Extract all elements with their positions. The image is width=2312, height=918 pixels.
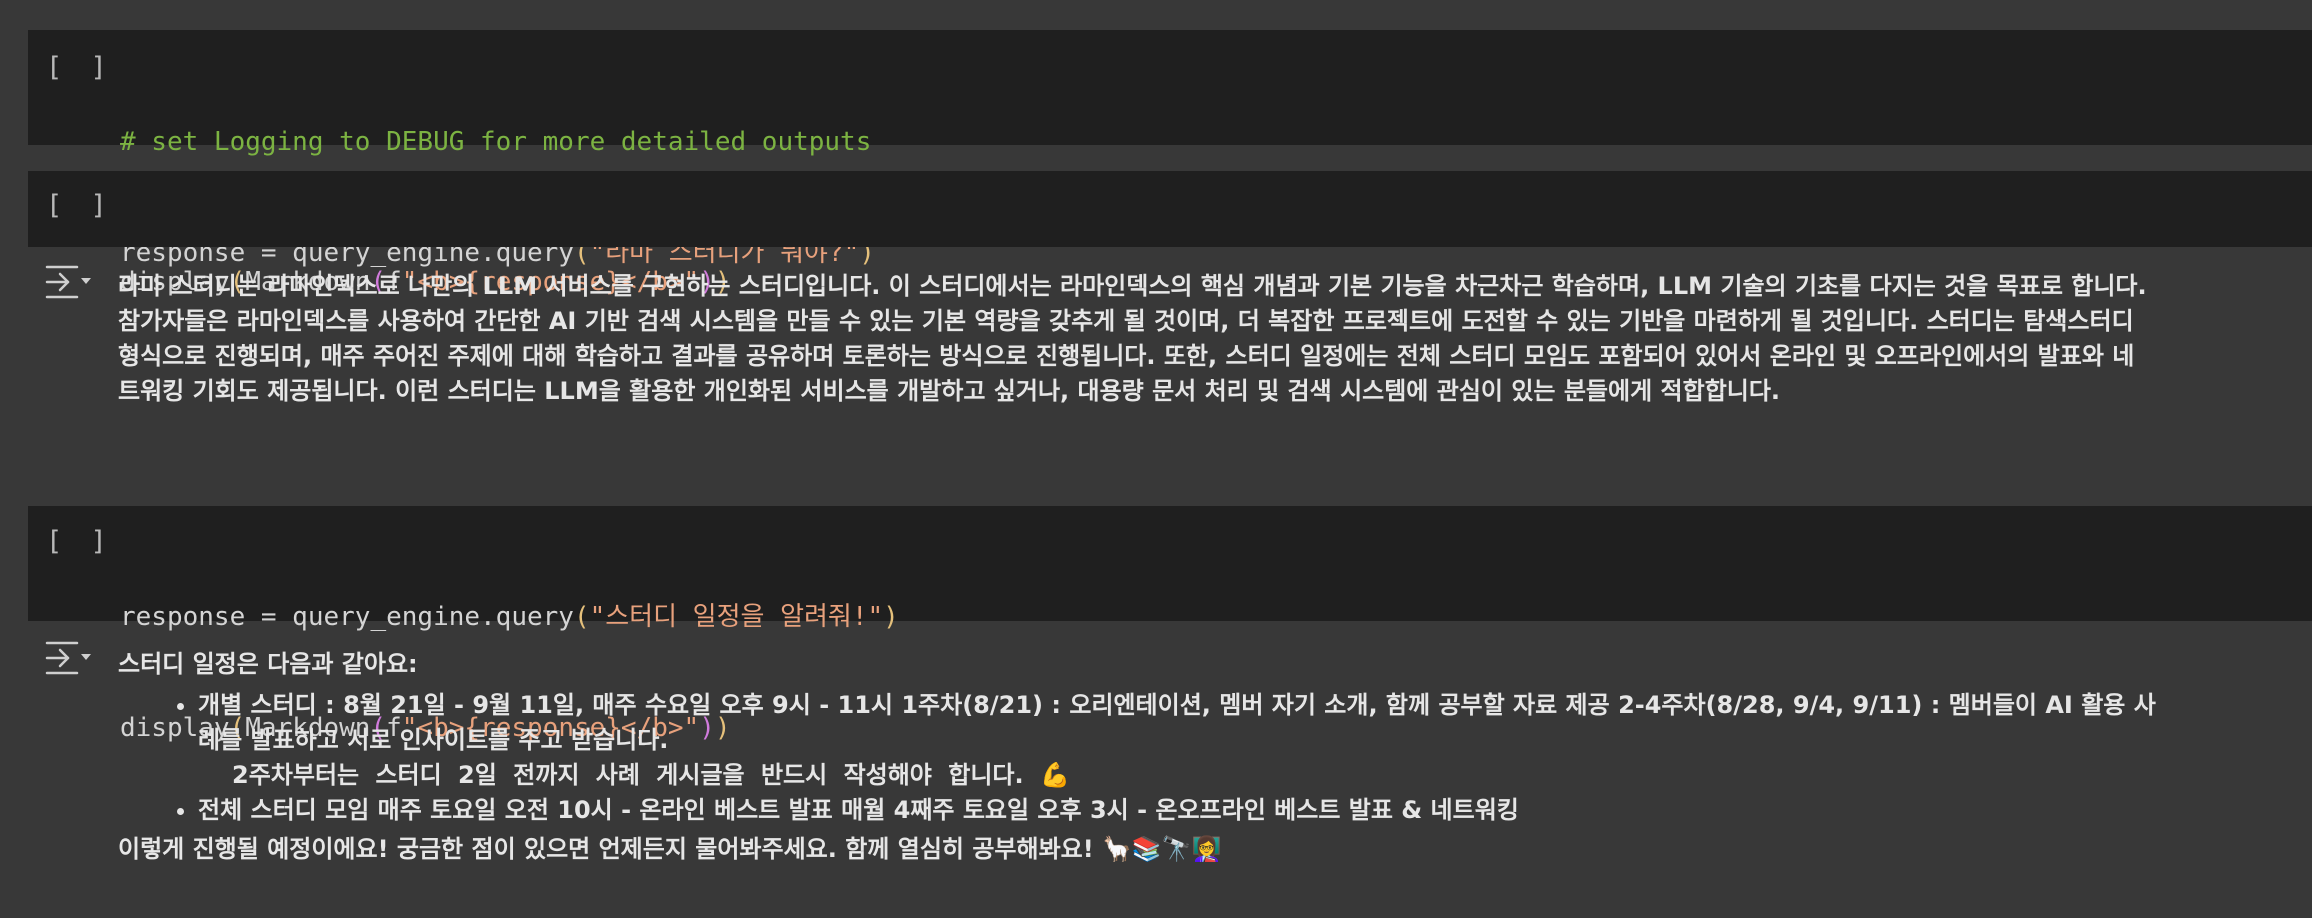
output-intro: 스터디 일정은 다음과 같아요: [118,650,418,678]
code-comment: # set Logging to DEBUG for more detailed… [120,127,872,157]
list-item-note: 2주차부터는 스터디 2일 전까지 사례 게시글을 반드시 작성해야 합니다. … [232,761,1070,789]
run-cell-button[interactable]: [ ] [46,52,113,83]
code-cell-1[interactable]: [ ] # set Logging to DEBUG for more deta… [28,30,2312,268]
schedule-list: 개별 스터디 : 8월 21일 - 9월 11일, 매주 수요일 오후 9시 -… [118,688,2158,828]
code-paren: ) [883,602,899,632]
list-item: 전체 스터디 모임 매주 토요일 오전 10시 - 온라인 베스트 발표 매월 … [198,793,2158,828]
output-toggle-icon[interactable] [44,638,94,678]
output-outro: 이렇게 진행될 예정이에요! 궁금한 점이 있으면 언제든지 물어봐주세요. 함… [118,835,1222,863]
list-item-text: 개별 스터디 : 8월 21일 - 9월 11일, 매주 수요일 오후 9시 -… [198,691,2156,754]
output-toggle-icon[interactable] [44,262,94,302]
run-cell-button[interactable]: [ ] [46,190,113,221]
code-paren: ( [573,602,590,632]
code-cell-2[interactable]: [ ] display(Markdown(f"<b>{response}</b>… [28,171,2312,297]
list-item-text: 전체 스터디 모임 매주 토요일 오전 10시 - 온라인 베스트 발표 매월 … [198,796,1519,824]
run-cell-button[interactable]: [ ] [46,526,113,557]
output-text: 라마 스터디는 라마인덱스로 나만의 LLM 서비스를 구현하는 스터디입니다.… [118,272,2147,405]
list-item: 개별 스터디 : 8월 21일 - 9월 11일, 매주 수요일 오후 9시 -… [198,688,2158,793]
code-cell-3[interactable]: [ ] response = query_engine.query("스터디 일… [28,506,2312,743]
code-text: response = query_engine.query [120,602,574,632]
markdown-output-1: 라마 스터디는 라마인덱스로 나만의 LLM 서비스를 구현하는 스터디입니다.… [118,269,2153,409]
code-string: "스터디 일정을 알려줘!" [589,602,884,632]
markdown-output-2: 스터디 일정은 다음과 같아요: 개별 스터디 : 8월 21일 - 9월 11… [118,647,2158,867]
